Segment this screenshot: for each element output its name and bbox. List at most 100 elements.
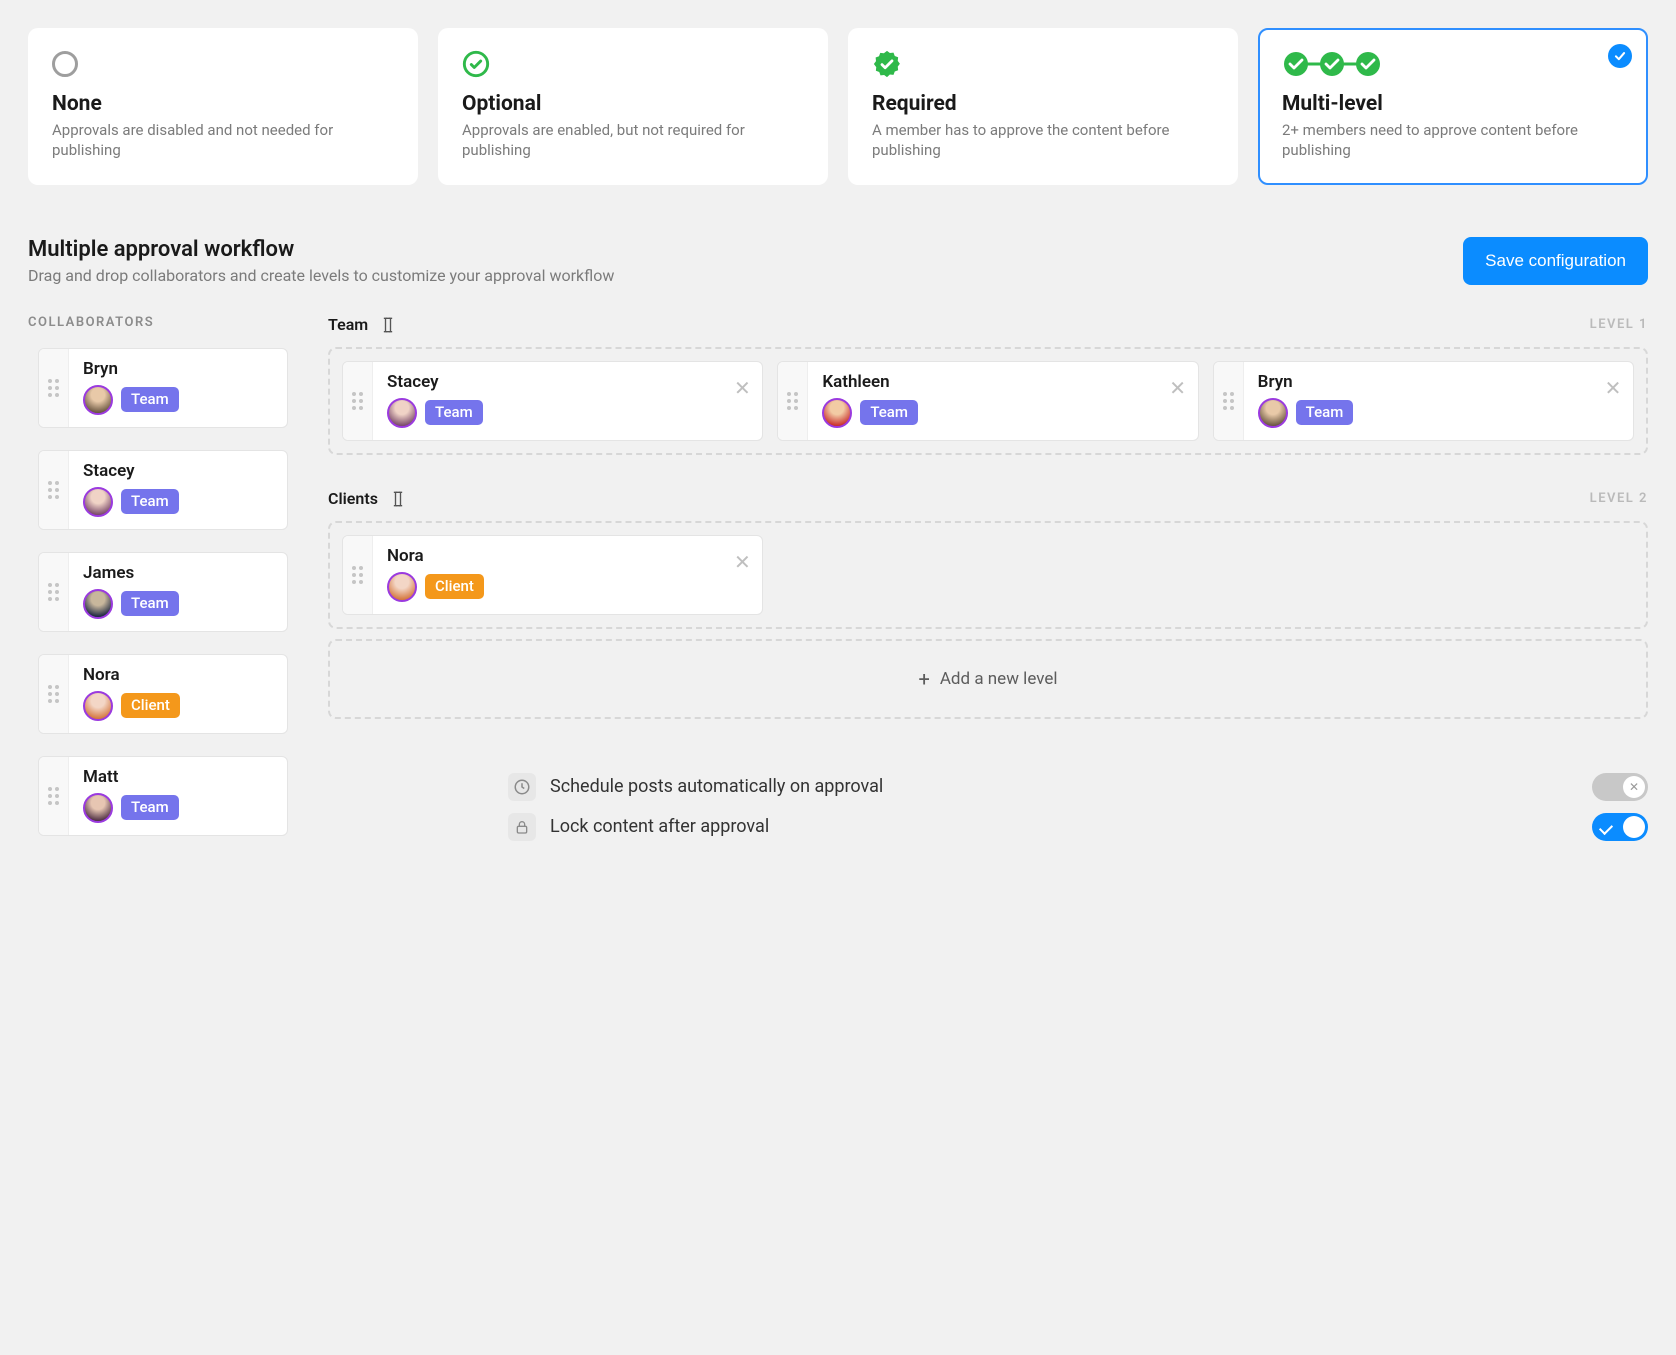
collaborators-column: COLLABORATORS BrynTeamStaceyTeamJamesTea… [28,315,288,836]
remove-button[interactable]: ✕ [1593,362,1633,440]
section-subtitle: Drag and drop collaborators and create l… [28,266,614,285]
person-name: Stacey [387,372,708,392]
person-name: Bryn [1258,372,1579,392]
check-outline-icon [462,50,804,78]
option-desc: 2+ members need to approve content befor… [1282,120,1624,161]
person-name: Nora [83,665,273,685]
person-card[interactable]: Stacey Team ✕ [342,361,763,441]
person-body: JamesTeam [69,553,287,631]
level-label: LEVEL 2 [1590,491,1648,506]
person-card[interactable]: Nora Client [38,654,288,734]
setting-lock-row: Lock content after approval [328,807,1648,847]
role-tag: Team [860,400,918,425]
role-tag: Team [1296,400,1354,425]
drag-handle-icon[interactable] [1214,362,1244,440]
rename-icon[interactable] [378,315,398,335]
person-card[interactable]: Matt Team [38,756,288,836]
clock-icon [508,773,536,801]
level-drop-zone[interactable]: NoraClient✕ [328,521,1648,629]
toggle-lock[interactable] [1592,813,1648,841]
person-card[interactable]: Bryn Team ✕ [1213,361,1634,441]
person-body: Nora Client [69,655,287,733]
person-name: James [83,563,273,583]
option-none[interactable]: None Approvals are disabled and not need… [28,28,418,185]
avatar [83,589,113,619]
person-body: Kathleen Team [808,362,1157,440]
person-card[interactable]: Kathleen Team ✕ [777,361,1198,441]
collaborators-heading: COLLABORATORS [28,315,288,330]
role-tag: Team [121,489,179,514]
section-title: Multiple approval workflow [28,237,614,262]
check-badge-icon [872,50,1214,78]
person-card[interactable]: NoraClient✕ [342,535,763,615]
level-name: Team [328,315,368,334]
add-level-label: Add a new level [940,669,1058,689]
person-body: NoraClient [373,536,722,614]
person-name: Kathleen [822,372,1143,392]
remove-button[interactable]: ✕ [1158,362,1198,440]
person-body: Stacey Team [373,362,722,440]
option-required[interactable]: Required A member has to approve the con… [848,28,1238,185]
person-card[interactable]: JamesTeam [38,552,288,632]
option-desc: A member has to approve the content befo… [872,120,1214,161]
collaborators-list: BrynTeamStaceyTeamJamesTeamNoraClientMat… [38,348,288,836]
person-card[interactable]: Stacey Team [38,450,288,530]
setting-label: Lock content after approval [550,816,769,837]
level-header: Team LEVEL 1 [328,315,1648,335]
avatar [387,398,417,428]
circle-empty-icon [52,50,394,78]
level: Clients LEVEL 2 NoraClient✕ [328,489,1648,629]
save-configuration-button[interactable]: Save configuration [1463,237,1648,285]
level-label: LEVEL 1 [1590,317,1648,332]
option-desc: Approvals are enabled, but not required … [462,120,804,161]
drag-handle-icon[interactable] [343,362,373,440]
level-header: Clients LEVEL 2 [328,489,1648,509]
drag-handle-icon[interactable] [39,655,69,733]
option-title: Multi-level [1282,92,1624,116]
person-card[interactable]: Bryn Team [38,348,288,428]
remove-button[interactable]: ✕ [722,362,762,440]
level: Team LEVEL 1 Stacey Team ✕ Kathleen Team ✕ Bryn T… [328,315,1648,455]
selected-check-icon [1608,44,1632,68]
option-title: Required [872,92,1214,116]
level-drop-zone[interactable]: Stacey Team ✕ Kathleen Team ✕ Bryn Team ✕ [328,347,1648,455]
drag-handle-icon[interactable] [39,451,69,529]
workflow-settings: Schedule posts automatically on approval… [328,767,1648,847]
person-body: Bryn Team [69,349,287,427]
person-name: Matt [83,767,273,787]
drag-handle-icon[interactable] [39,553,69,631]
role-tag: Team [121,387,179,412]
close-icon: ✕ [1623,776,1645,798]
drag-handle-icon[interactable] [39,349,69,427]
toggle-schedule[interactable]: ✕ [1592,773,1648,801]
setting-schedule-row: Schedule posts automatically on approval… [328,767,1648,807]
avatar [83,691,113,721]
option-optional[interactable]: Optional Approvals are enabled, but not … [438,28,828,185]
avatar [83,487,113,517]
role-tag: Client [425,574,484,599]
role-tag: Client [121,693,180,718]
option-desc: Approvals are disabled and not needed fo… [52,120,394,161]
workflow-section-header: Multiple approval workflow Drag and drop… [28,237,1648,285]
person-body: Bryn Team [1244,362,1593,440]
avatar [822,398,852,428]
multi-check-chain-icon [1282,50,1624,78]
role-tag: Team [425,400,483,425]
option-title: Optional [462,92,804,116]
drag-handle-icon[interactable] [343,536,373,614]
level-name: Clients [328,489,378,508]
toggle-knob [1623,816,1645,838]
person-name: Bryn [83,359,273,379]
add-level-button[interactable]: + Add a new level [328,639,1648,719]
remove-button[interactable]: ✕ [722,536,762,614]
person-body: Stacey Team [69,451,287,529]
drag-handle-icon[interactable] [778,362,808,440]
workflow-main: COLLABORATORS BrynTeamStaceyTeamJamesTea… [28,315,1648,847]
avatar [1258,398,1288,428]
plus-icon: + [918,667,929,691]
drag-handle-icon[interactable] [39,757,69,835]
rename-icon[interactable] [388,489,408,509]
person-name: Stacey [83,461,273,481]
role-tag: Team [121,795,179,820]
option-multi[interactable]: Multi-level 2+ members need to approve c… [1258,28,1648,185]
